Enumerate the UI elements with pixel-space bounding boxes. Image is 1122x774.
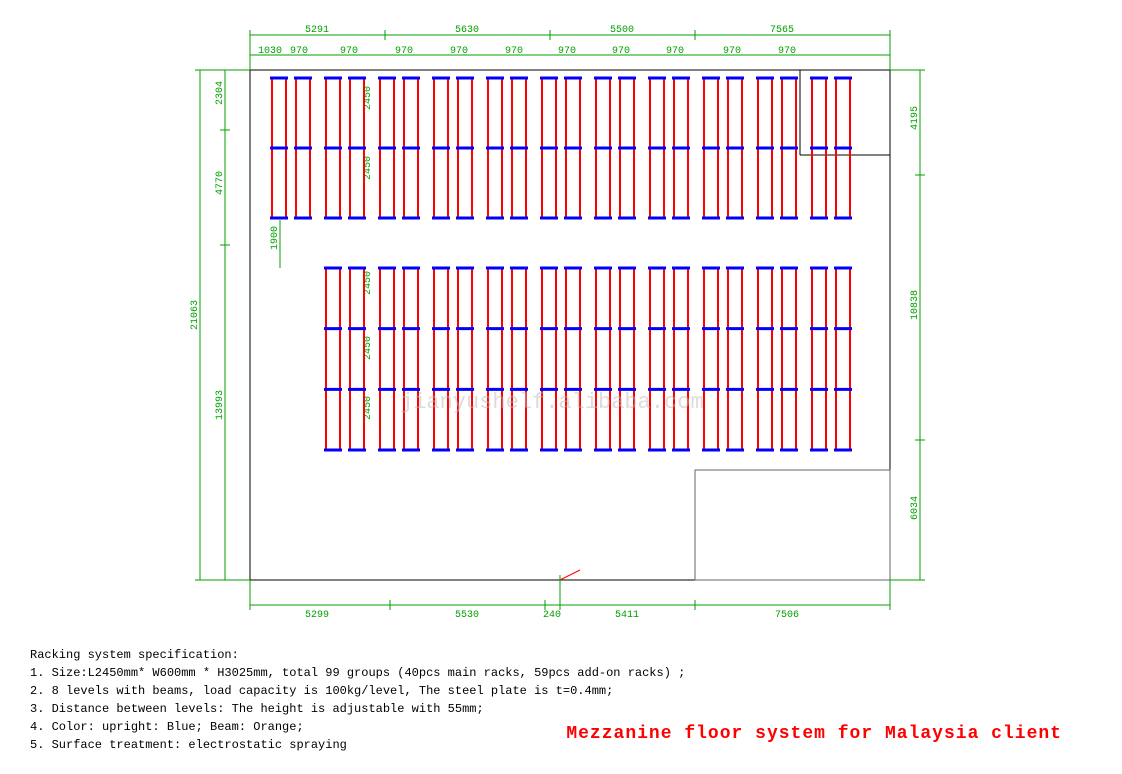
spec-heading: Racking system specification: (30, 646, 685, 664)
svg-text:5291: 5291 (305, 25, 329, 36)
svg-text:970: 970 (723, 46, 741, 57)
svg-text:1030: 1030 (258, 46, 282, 57)
svg-text:10838: 10838 (910, 290, 921, 320)
inner-room (695, 470, 890, 580)
svg-text:6034: 6034 (910, 496, 921, 520)
svg-text:5500: 5500 (610, 25, 634, 36)
svg-text:21063: 21063 (190, 300, 201, 330)
svg-text:970: 970 (778, 46, 796, 57)
rack-bottom-block (324, 268, 852, 450)
technical-drawing: 5291 5630 5500 7565 1030 970 970 970 970… (180, 20, 960, 640)
drawing-title: Mezzanine floor system for Malaysia clie… (566, 724, 1062, 744)
svg-text:5630: 5630 (455, 25, 479, 36)
svg-text:970: 970 (290, 46, 308, 57)
right-segment-dims: 4195 10838 6034 (890, 70, 925, 580)
svg-text:5530: 5530 (455, 610, 479, 621)
svg-text:970: 970 (612, 46, 630, 57)
svg-text:970: 970 (450, 46, 468, 57)
svg-text:970: 970 (505, 46, 523, 57)
svg-text:970: 970 (666, 46, 684, 57)
spec-line: 2. 8 levels with beams, load capacity is… (30, 682, 685, 700)
left-full-dim: 21063 (190, 70, 250, 580)
svg-text:2304: 2304 (215, 81, 226, 105)
spec-line: 3. Distance between levels: The height i… (30, 700, 685, 718)
top-minor-dims: 1030 970 970 970 970 970 970 970 970 970… (250, 46, 890, 57)
svg-text:970: 970 (395, 46, 413, 57)
svg-text:5299: 5299 (305, 610, 329, 621)
svg-text:7565: 7565 (770, 25, 794, 36)
bottom-dims: 5299 5530 240 5411 7506 (250, 575, 890, 621)
svg-text:5411: 5411 (615, 610, 639, 621)
svg-text:7506: 7506 (775, 610, 799, 621)
svg-text:13993: 13993 (215, 390, 226, 420)
svg-text:970: 970 (340, 46, 358, 57)
svg-text:4770: 4770 (215, 171, 226, 195)
svg-text:970: 970 (558, 46, 576, 57)
rack-top-block (270, 78, 852, 218)
svg-text:1900: 1900 (270, 226, 281, 250)
svg-text:4195: 4195 (910, 106, 921, 130)
spec-line: 1. Size:L2450mm* W600mm * H3025mm, total… (30, 664, 685, 682)
svg-text:240: 240 (543, 610, 561, 621)
